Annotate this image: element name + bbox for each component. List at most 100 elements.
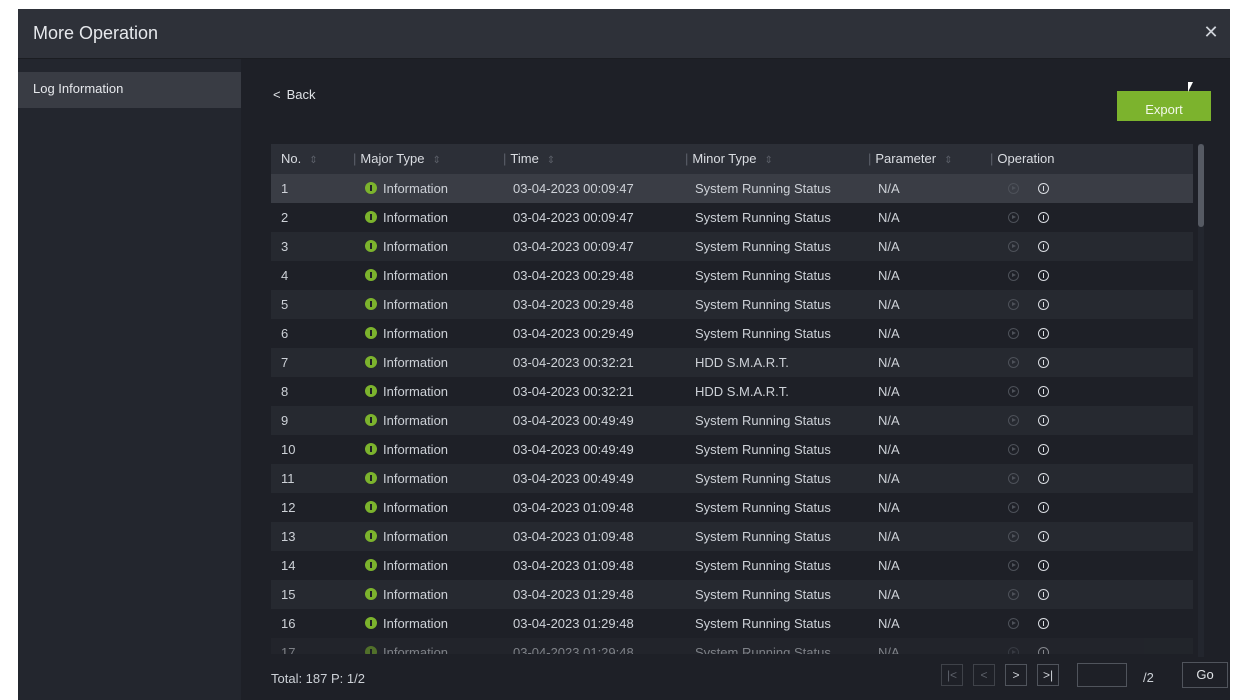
table-row[interactable]: 12 Information 03-04-2023 01:09:48 System R… [271,493,1193,522]
play-icon[interactable] [1008,290,1019,319]
info-icon [365,356,377,368]
cell-minor: System Running Status [695,239,831,254]
details-icon[interactable] [1038,609,1049,638]
scrollbar-thumb[interactable] [1198,144,1204,227]
play-icon[interactable] [1008,319,1019,348]
cell-minor: System Running Status [695,413,831,428]
table-row[interactable]: 16 Information 03-04-2023 01:29:48 System R… [271,609,1193,638]
table-row[interactable]: 14 Information 03-04-2023 01:09:48 System R… [271,551,1193,580]
back-button[interactable]: < Back [273,87,316,102]
play-icon[interactable] [1008,464,1019,493]
sidebar-item-label: Log Information [33,81,124,96]
details-icon[interactable] [1038,261,1049,290]
mouse-cursor [1188,82,1193,92]
column-header-major-type[interactable]: | Major Type ⇕ [353,144,441,174]
play-icon[interactable] [1008,551,1019,580]
details-icon[interactable] [1038,377,1049,406]
cell-time: 03-04-2023 00:49:49 [513,413,634,428]
table-row[interactable]: 7 Information 03-04-2023 00:32:21 HDD S.M.A… [271,348,1193,377]
cell-param: N/A [878,442,900,457]
last-page-icon[interactable]: >| [1037,664,1059,686]
details-icon[interactable] [1038,464,1049,493]
details-icon[interactable] [1038,493,1049,522]
cell-no: 12 [281,500,296,515]
close-icon[interactable]: ✕ [1200,21,1222,43]
table-row[interactable]: 13 Information 03-04-2023 01:09:48 System R… [271,522,1193,551]
info-icon [365,327,377,339]
column-header-minor-type[interactable]: | Minor Type ⇕ [685,144,773,174]
cell-minor: System Running Status [695,616,831,631]
previous-page-icon[interactable]: < [973,664,995,686]
column-header-time[interactable]: | Time ⇕ [503,144,555,174]
cell-no: 11 [281,471,295,486]
table-row[interactable]: 8 Information 03-04-2023 00:32:21 HDD S.M.A… [271,377,1193,406]
play-icon[interactable] [1008,203,1019,232]
details-icon[interactable] [1038,435,1049,464]
play-icon[interactable] [1008,174,1019,203]
cell-minor: System Running Status [695,500,831,515]
table-row[interactable]: 11 Information 03-04-2023 00:49:49 System R… [271,464,1193,493]
cell-param: N/A [878,326,900,341]
info-icon [365,211,377,223]
title-bar: More Operation ✕ [18,9,1230,59]
chevron-left-icon: < [273,87,281,102]
details-icon[interactable] [1038,290,1049,319]
cell-major-type: Information [365,609,448,638]
first-page-icon[interactable]: |< [941,664,963,686]
log-dialog: More Operation ✕ Log Information < Back E… [18,9,1230,700]
table-row[interactable]: 17 Information 03-04-2023 01:29:48 System R… [271,638,1193,654]
details-icon[interactable] [1038,319,1049,348]
cell-time: 03-04-2023 00:49:49 [513,471,634,486]
details-icon[interactable] [1038,580,1049,609]
details-icon[interactable] [1038,348,1049,377]
details-icon[interactable] [1038,522,1049,551]
play-icon[interactable] [1008,609,1019,638]
play-icon[interactable] [1008,377,1019,406]
table-row[interactable]: 2 Information 03-04-2023 00:09:47 System Ru… [271,203,1193,232]
cell-major-type: Information [365,319,448,348]
details-icon[interactable] [1038,232,1049,261]
table-row[interactable]: 9 Information 03-04-2023 00:49:49 System Ru… [271,406,1193,435]
info-icon [365,269,377,281]
cell-no: 13 [281,529,296,544]
details-icon[interactable] [1038,174,1049,203]
cell-minor: System Running Status [695,181,831,196]
details-icon[interactable] [1038,638,1049,654]
cell-no: 16 [281,616,296,631]
table-row[interactable]: 3 Information 03-04-2023 00:09:47 System Ru… [271,232,1193,261]
table-row[interactable]: 4 Information 03-04-2023 00:29:48 System Ru… [271,261,1193,290]
details-icon[interactable] [1038,203,1049,232]
export-button[interactable]: Export [1117,91,1211,121]
play-icon[interactable] [1008,522,1019,551]
info-icon [365,298,377,310]
cell-time: 03-04-2023 00:09:47 [513,210,634,225]
play-icon[interactable] [1008,493,1019,522]
play-icon[interactable] [1008,232,1019,261]
play-icon[interactable] [1008,261,1019,290]
column-header-no[interactable]: No. ⇕ [281,144,318,174]
play-icon[interactable] [1008,348,1019,377]
table-row[interactable]: 1 Information 03-04-2023 00:09:47 System Ru… [271,174,1193,203]
table-body: 1 Information 03-04-2023 00:09:47 System Ru… [271,174,1193,654]
play-icon[interactable] [1008,638,1019,654]
play-icon[interactable] [1008,435,1019,464]
play-icon[interactable] [1008,580,1019,609]
cell-major-type: Information [365,290,448,319]
cell-time: 03-04-2023 01:09:48 [513,529,634,544]
go-button[interactable]: Go [1182,662,1228,688]
table-row[interactable]: 6 Information 03-04-2023 00:29:49 System Ru… [271,319,1193,348]
vertical-scrollbar[interactable] [1198,144,1204,657]
table-row[interactable]: 15 Information 03-04-2023 01:29:48 System R… [271,580,1193,609]
details-icon[interactable] [1038,551,1049,580]
column-header-parameter[interactable]: | Parameter ⇕ [868,144,952,174]
sidebar-item-log-information[interactable]: Log Information [18,72,241,108]
info-icon [365,588,377,600]
next-page-icon[interactable]: > [1005,664,1027,686]
details-icon[interactable] [1038,406,1049,435]
table-row[interactable]: 10 Information 03-04-2023 00:49:49 System R… [271,435,1193,464]
cell-param: N/A [878,268,900,283]
play-icon[interactable] [1008,406,1019,435]
table-row[interactable]: 5 Information 03-04-2023 00:29:48 System Ru… [271,290,1193,319]
page-number-input[interactable] [1077,663,1127,687]
cell-time: 03-04-2023 00:32:21 [513,384,634,399]
